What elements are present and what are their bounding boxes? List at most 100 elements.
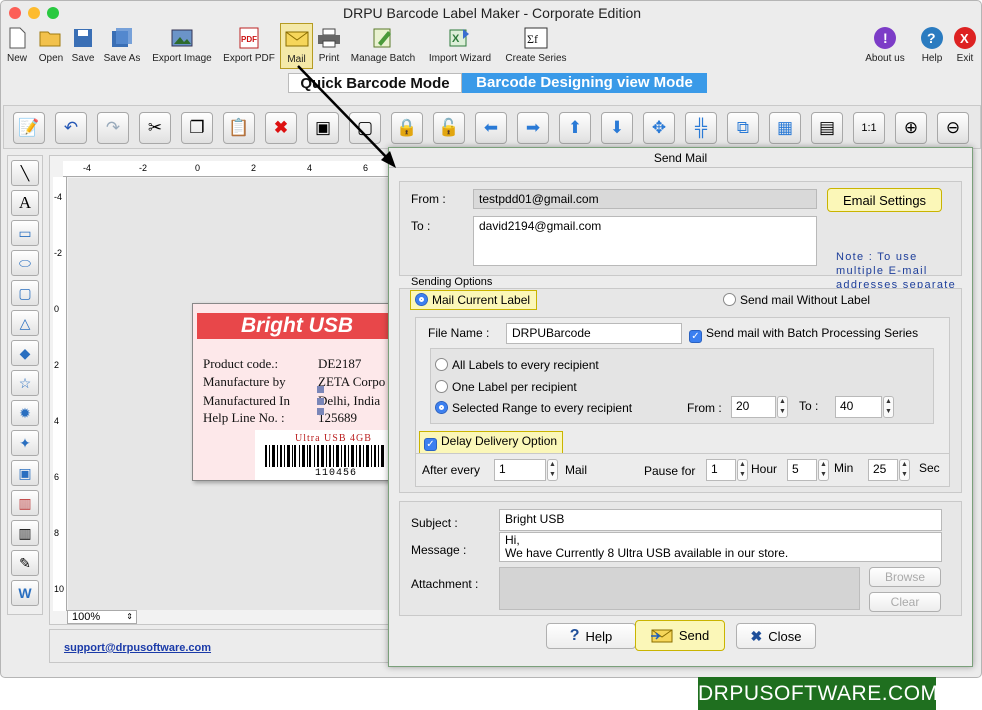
file-name-field[interactable]: DRPUBarcode [506, 323, 682, 344]
center-icon[interactable]: ✥ [643, 112, 675, 144]
email-settings-button[interactable]: Email Settings [827, 188, 942, 212]
selected-range-option[interactable]: Selected Range to every recipient [435, 401, 632, 415]
minimize-window-icon[interactable] [28, 7, 40, 19]
hour-stepper[interactable]: 1 ▲ ▼ [706, 459, 748, 481]
text-tool-icon[interactable]: A [11, 190, 39, 216]
copy-icon[interactable]: ❐ [181, 112, 213, 144]
toolbar-manage-batch-button[interactable]: Manage Batch [347, 23, 419, 69]
toolbar-print-button[interactable]: Print [315, 23, 343, 69]
zoom-select[interactable]: 100% ⇕ [67, 610, 137, 624]
arrow-down-icon[interactable]: ⬇ [601, 112, 633, 144]
image-tool-icon[interactable]: ▣ [11, 460, 39, 486]
align-center-icon[interactable]: ╬ [685, 112, 717, 144]
edit-properties-icon[interactable]: 📝 [13, 112, 45, 144]
label-field-name: Help Line No. : [203, 410, 285, 425]
subject-field[interactable]: Bright USB [499, 509, 942, 531]
stepper-arrows-icon[interactable]: ▲ ▼ [777, 396, 788, 418]
ruler-icon[interactable]: ▤ [811, 112, 843, 144]
rectangle-tool-icon[interactable]: ▭ [11, 220, 39, 246]
tab-quick-barcode-mode[interactable]: Quick Barcode Mode [288, 73, 462, 93]
delay-delivery-option[interactable]: ✓ Delay Delivery Option [419, 431, 564, 454]
toolbar-import-wizard-button[interactable]: X Import Wizard [423, 23, 497, 69]
arrow-left-icon[interactable]: ⬅ [475, 112, 507, 144]
rounded-rect-tool-icon[interactable]: ▢ [11, 280, 39, 306]
lock-icon[interactable]: 🔒 [391, 112, 423, 144]
range-to-stepper[interactable]: 40 ▲ ▼ [835, 396, 894, 418]
send-back-icon[interactable]: ▢ [349, 112, 381, 144]
range-from-stepper[interactable]: 20 ▲ ▼ [731, 396, 788, 418]
library-tool-icon[interactable]: ▥ [11, 490, 39, 516]
selection-handle[interactable] [317, 398, 324, 405]
toolbar-mail-button[interactable]: Mail [280, 23, 313, 69]
grid-icon[interactable]: ▦ [769, 112, 801, 144]
one-label-option[interactable]: One Label per recipient [435, 380, 577, 394]
all-labels-option[interactable]: All Labels to every recipient [435, 358, 599, 372]
delete-icon[interactable]: ✖ [265, 112, 297, 144]
help-button[interactable]: ? Help [546, 623, 636, 649]
message-label: Message : [411, 543, 467, 557]
from-field[interactable]: testpdd01@gmail.com [473, 189, 817, 209]
stepper-arrows-icon[interactable]: ▲ ▼ [883, 396, 894, 418]
arrow-up-icon[interactable]: ⬆ [559, 112, 591, 144]
zoom-value: 100% [72, 611, 101, 623]
toolbar-save-button[interactable]: Save [69, 23, 97, 69]
toolbar-exit-button[interactable]: X Exit [950, 23, 980, 69]
diamond-tool-icon[interactable]: ◆ [11, 340, 39, 366]
second-stepper[interactable]: 25 ▲ ▼ [868, 459, 910, 481]
toolbar-about-button[interactable]: ! About us [861, 23, 909, 69]
unlock-icon[interactable]: 🔓 [433, 112, 465, 144]
undo-icon[interactable]: ↶ [55, 112, 87, 144]
toolbar-export-image-button[interactable]: Export Image [148, 23, 216, 69]
triangle-tool-icon[interactable]: △ [11, 310, 39, 336]
cut-icon[interactable]: ✂ [139, 112, 171, 144]
toolbar-label: New [6, 53, 27, 64]
minute-stepper[interactable]: 5 ▲ ▼ [787, 459, 829, 481]
send-without-label-option[interactable]: Send mail Without Label [723, 293, 870, 307]
toolbar-save-as-button[interactable]: Save As [101, 23, 143, 69]
browse-button[interactable]: Browse [869, 567, 941, 587]
barcode-tool-icon[interactable]: ▥ [11, 520, 39, 546]
zoom-in-icon[interactable]: ⊕ [895, 112, 927, 144]
tab-designing-view-mode[interactable]: Barcode Designing view Mode [462, 73, 707, 93]
mail-current-label-option[interactable]: Mail Current Label [410, 290, 538, 310]
barcode-element[interactable]: Ultra USB 4GB 110456 [255, 430, 390, 480]
burst-tool-icon[interactable]: ✹ [11, 400, 39, 426]
toolbar-create-series-button[interactable]: Σf Create Series [501, 23, 571, 69]
attachment-box[interactable] [499, 567, 860, 610]
star-tool-icon[interactable]: ☆ [11, 370, 39, 396]
bring-front-icon[interactable]: ▣ [307, 112, 339, 144]
support-email-link[interactable]: support@drpusoftware.com [64, 642, 211, 654]
selection-handle[interactable] [317, 386, 324, 393]
stepper-arrows-icon[interactable]: ▲ ▼ [737, 459, 748, 481]
toolbar-export-pdf-button[interactable]: PDF Export PDF [220, 23, 278, 69]
stepper-arrows-icon[interactable]: ▲ ▼ [899, 459, 910, 481]
toolbar-open-button[interactable]: Open [35, 23, 67, 69]
stepper-arrows-icon[interactable]: ▲ ▼ [547, 459, 558, 481]
stepper-arrows-icon[interactable]: ▲ ▼ [818, 459, 829, 481]
close-window-icon[interactable] [9, 7, 21, 19]
to-field[interactable]: david2194@gmail.com [473, 216, 817, 266]
align-middle-icon[interactable]: ⧉ [727, 112, 759, 144]
send-button[interactable]: Send [635, 620, 725, 651]
actual-size-icon[interactable]: 1:1 [853, 112, 885, 144]
line-tool-icon[interactable]: ╲ [11, 160, 39, 186]
watermark-tool-icon[interactable]: W [11, 580, 39, 606]
shape-tool-icon[interactable]: ✦ [11, 430, 39, 456]
batch-series-option[interactable]: ✓ Send mail with Batch Processing Series [689, 326, 918, 343]
zoom-out-icon[interactable]: ⊖ [937, 112, 969, 144]
selection-handle[interactable] [317, 408, 324, 415]
toolbar-help-button[interactable]: ? Help [916, 23, 948, 69]
after-every-stepper[interactable]: 1 ▲ ▼ [494, 459, 558, 481]
barcode-label-preview[interactable]: Bright USB Product code.: DE2187 Manufac… [192, 303, 391, 481]
arrow-right-icon[interactable]: ➡ [517, 112, 549, 144]
maximize-window-icon[interactable] [47, 7, 59, 19]
signature-tool-icon[interactable]: ✎ [11, 550, 39, 576]
toolbar-new-button[interactable]: New [3, 23, 31, 69]
clear-button[interactable]: Clear [869, 592, 941, 612]
close-button[interactable]: ✖ Close [736, 623, 816, 649]
ellipse-tool-icon[interactable]: ⬭ [11, 250, 39, 276]
message-field[interactable]: Hi, We have Currently 8 Ultra USB availa… [499, 532, 942, 562]
ruler-tick: 8 [54, 528, 60, 538]
redo-icon[interactable]: ↷ [97, 112, 129, 144]
paste-icon[interactable]: 📋 [223, 112, 255, 144]
